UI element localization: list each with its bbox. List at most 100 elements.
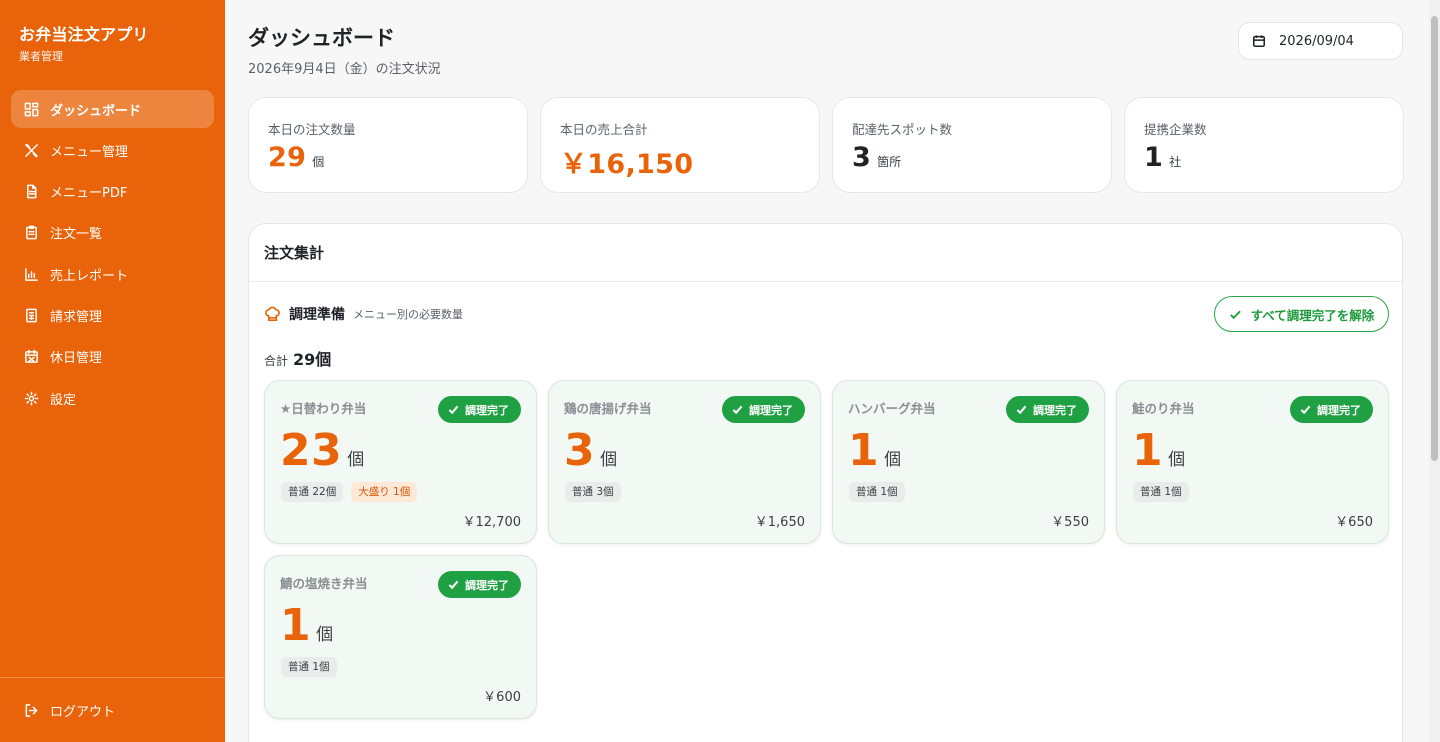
menu-card[interactable]: ハンバーグ弁当 調理完了 1個 普通 1個 ￥550 [832,380,1105,544]
normal-size-chip: 普通 1個 [1133,482,1189,502]
menu-quantity: 3 [564,425,596,476]
cooking-done-badge[interactable]: 調理完了 [1006,396,1089,423]
menu-quantity-unit: 個 [600,450,618,470]
menu-name: 鶏の唐揚げ弁当 [564,401,652,416]
logout-icon [23,702,39,718]
calendar-off-icon [23,349,39,365]
stat-unit: 社 [1169,155,1182,169]
date-value: 2026/09/04 [1279,33,1354,49]
normal-size-chip: 普通 3個 [565,482,621,502]
app-subtitle: 業者管理 [19,50,63,63]
menu-quantity-unit: 個 [1168,450,1186,470]
menu-quantity-unit: 個 [347,450,365,470]
stat-value: 29 [268,142,307,173]
sidebar-item-holidays[interactable]: 休日管理 [11,338,214,376]
check-icon [1300,405,1311,415]
badge-label: 調理完了 [465,403,509,417]
sidebar-item-menu-pdf[interactable]: メニューPDF [11,173,214,211]
dashboard-icon [23,101,39,117]
file-icon [23,184,39,200]
cooking-done-badge[interactable]: 調理完了 [438,396,521,423]
sidebar-item-label: 売上レポート [50,268,129,284]
stat-label: 配達先スポット数 [852,122,953,137]
menu-quantity: 1 [848,425,880,476]
menu-card[interactable]: ★日替わり弁当 調理完了 23 個 普通 22個 大盛り 1個 ￥12,700 [264,380,537,544]
normal-size-chip: 普通 1個 [849,482,905,502]
sidebar-item-label: ダッシュボード [50,103,142,119]
check-icon [448,580,459,590]
stat-label: 提携企業数 [1144,122,1207,137]
sidebar-item-menu[interactable]: メニュー管理 [11,131,214,169]
sidebar-nav: ダッシュボード メニュー管理 メニューPDF 注文一覧 売上レポート 請求管理 … [11,90,214,420]
badge-label: 調理完了 [749,403,793,417]
sidebar-item-label: メニューPDF [50,186,128,202]
scrollbar-thumb[interactable] [1431,16,1438,461]
menu-price: ￥12,700 [462,515,522,530]
badge-label: 調理完了 [1033,403,1077,417]
app-title: お弁当注文アプリ [19,25,149,44]
check-icon [448,405,459,415]
menu-card[interactable]: 鶏の唐揚げ弁当 調理完了 3個 普通 3個 ￥1,650 [548,380,821,544]
sidebar-divider [0,677,225,678]
stat-unit: 箇所 [877,155,902,169]
badge-label: 調理完了 [1317,403,1361,417]
total-value: 29個 [293,350,332,369]
normal-size-chip: 普通 1個 [281,657,337,677]
stat-card-delivery-spots: 配達先スポット数 3 箇所 [832,97,1112,193]
order-total: 合計 29個 [264,346,331,370]
menu-quantity: 1 [1132,425,1164,476]
sidebar-item-dashboard[interactable]: ダッシュボード [11,90,214,128]
clipboard-icon [23,225,39,241]
stat-unit: 個 [312,155,325,169]
section-title: 調理準備 [289,307,345,323]
chef-hat-icon [265,306,280,321]
sidebar-item-billing[interactable]: 請求管理 [11,296,214,334]
sidebar-item-label: 請求管理 [50,309,103,325]
menu-price: ￥600 [483,690,521,705]
menu-price: ￥1,650 [754,515,805,530]
sidebar-item-label: 休日管理 [50,351,103,367]
sidebar-item-sales-report[interactable]: 売上レポート [11,255,214,293]
section-subtitle: メニュー別の必要数量 [353,308,463,321]
stat-card-sales-total: 本日の売上合計 ￥16,150 [540,97,820,193]
check-icon [1229,310,1241,319]
sidebar-item-settings[interactable]: 設定 [11,379,214,417]
menu-card[interactable]: 鯖の塩焼き弁当 調理完了 1個 普通 1個 ￥600 [264,555,537,719]
check-icon [1016,405,1027,415]
menu-quantity-unit: 個 [884,450,902,470]
page-subtitle: 2026年9月4日（金）の注文状況 [248,62,441,77]
stat-card-order-count: 本日の注文数量 29 個 [248,97,528,193]
menu-quantity-unit: 個 [316,625,334,645]
menu-price: ￥550 [1051,515,1089,530]
menu-name: ★日替わり弁当 [280,401,367,416]
menu-quantity: 1 [280,600,312,651]
clear-all-done-button[interactable]: すべて調理完了を解除 [1214,296,1389,332]
date-picker[interactable]: 2026/09/04 [1238,22,1403,60]
menu-card[interactable]: 鮭のり弁当 調理完了 1個 普通 1個 ￥650 [1116,380,1389,544]
total-label: 合計 [264,354,289,368]
cooking-done-badge[interactable]: 調理完了 [1290,396,1373,423]
cooking-done-badge[interactable]: 調理完了 [722,396,805,423]
sidebar-item-label: メニュー管理 [50,144,129,160]
bar-chart-icon [23,266,39,282]
cooking-done-badge[interactable]: 調理完了 [438,571,521,598]
stat-value: 1 [1144,142,1164,173]
stat-value: ￥16,150 [560,149,694,180]
sidebar-item-orders[interactable]: 注文一覧 [11,214,214,252]
logout-button[interactable]: ログアウト [11,691,214,729]
menu-name: 鮭のり弁当 [1132,401,1195,416]
stat-label: 本日の売上合計 [560,122,648,137]
gear-icon [23,390,39,406]
calendar-icon [1252,35,1266,48]
normal-size-chip: 普通 22個 [281,482,344,502]
large-size-chip: 大盛り 1個 [351,482,418,502]
menu-name: ハンバーグ弁当 [848,401,936,416]
page-scrollbar[interactable] [1429,0,1440,742]
invoice-icon [23,307,39,323]
panel-title: 注文集計 [264,244,325,262]
menu-quantity: 23 [280,425,343,476]
menu-name: 鯖の塩焼き弁当 [280,576,368,591]
badge-label: 調理完了 [465,578,509,592]
order-summary-panel: 注文集計 調理準備 メニュー別の必要数量 すべて調理完了を解除 合計 29個 ★… [248,223,1403,742]
stat-label: 本日の注文数量 [268,122,356,137]
